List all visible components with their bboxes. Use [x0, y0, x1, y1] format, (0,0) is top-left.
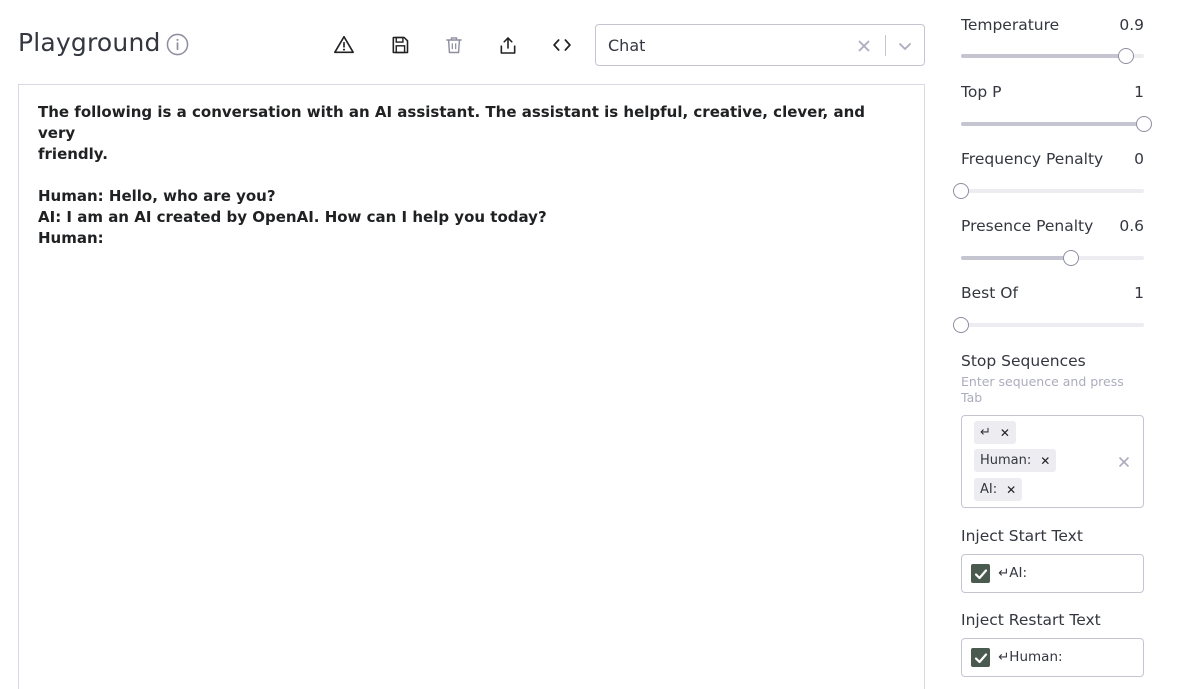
best-of-slider[interactable] [953, 317, 1144, 333]
presence-penalty-slider-fill [961, 256, 1071, 260]
inject-start-checkbox[interactable] [971, 564, 990, 583]
preset-select-value: Chat [608, 36, 646, 55]
best-of-label: Best Of [961, 284, 1018, 302]
temperature-label: Temperature [961, 16, 1060, 34]
remove-chip-icon[interactable]: ✕ [1040, 454, 1050, 468]
top-p-slider-thumb[interactable] [1136, 116, 1152, 132]
inject-restart-label: Inject Restart Text [961, 611, 1101, 629]
warning-button[interactable] [332, 33, 356, 57]
frequency-penalty-label: Frequency Penalty [961, 150, 1104, 168]
chevron-down-icon[interactable] [895, 36, 915, 56]
presence-penalty-slider[interactable] [961, 250, 1144, 266]
stop-sequence-chip: Human: ✕ [974, 449, 1057, 472]
temperature-slider[interactable] [961, 48, 1144, 64]
inject-start-field[interactable]: ↵AI: [961, 554, 1144, 593]
stop-sequences-label: Stop Sequences [961, 352, 1086, 370]
inject-start-label: Inject Start Text [961, 527, 1083, 545]
stop-sequences-hint: Enter sequence and press Tab [961, 374, 1124, 405]
stop-sequence-chip-label: Human: [980, 453, 1032, 468]
editor-line: Human: Hello, who are you? [38, 187, 276, 205]
inject-restart-field[interactable]: ↵Human: [961, 638, 1144, 677]
clear-icon[interactable] [854, 36, 874, 56]
best-of-slider-thumb[interactable] [953, 317, 969, 333]
stop-sequences-input[interactable]: ↵ ✕ Human: ✕ AI: ✕ [961, 415, 1144, 508]
page-title: Playground [18, 28, 161, 57]
preset-select[interactable]: Chat [595, 24, 925, 66]
stop-sequence-chip: ↵ ✕ [974, 421, 1016, 444]
top-p-label: Top P [961, 83, 1002, 101]
stop-sequence-chip-label: ↵ [980, 425, 991, 440]
view-code-button[interactable] [550, 33, 574, 57]
presence-penalty-value[interactable]: 0.6 [1119, 217, 1144, 235]
top-p-slider-fill [961, 122, 1144, 126]
editor-line: The following is a conversation with an … [38, 103, 871, 142]
inject-restart-checkbox[interactable] [971, 648, 990, 667]
editor-line: AI: I am an AI created by OpenAI. How ca… [38, 208, 547, 226]
frequency-penalty-slider-thumb[interactable] [953, 183, 969, 199]
editor-line: Human: [38, 229, 104, 247]
prompt-editor[interactable]: The following is a conversation with an … [18, 84, 925, 689]
checkmark-icon [974, 652, 987, 663]
frequency-penalty-value[interactable]: 0 [1134, 150, 1144, 168]
frequency-penalty-slider[interactable] [953, 183, 1144, 199]
info-icon[interactable] [166, 33, 189, 56]
presence-penalty-label: Presence Penalty [961, 217, 1094, 235]
trash-icon [446, 37, 462, 54]
remove-chip-icon[interactable]: ✕ [1006, 483, 1016, 497]
inject-restart-value[interactable]: ↵Human: [998, 649, 1063, 665]
top-p-slider[interactable] [961, 116, 1152, 132]
temperature-slider-fill [961, 54, 1126, 58]
clear-icon[interactable] [1115, 453, 1133, 471]
editor-line: friendly. [38, 145, 108, 163]
code-icon [553, 39, 571, 51]
temperature-slider-thumb[interactable] [1117, 48, 1134, 64]
top-p-value[interactable]: 1 [1134, 83, 1144, 101]
remove-chip-icon[interactable]: ✕ [1000, 426, 1010, 440]
save-icon [392, 36, 409, 54]
presence-penalty-slider-thumb[interactable] [1062, 250, 1079, 266]
temperature-value[interactable]: 0.9 [1119, 16, 1144, 34]
share-button[interactable] [496, 33, 520, 57]
select-divider [885, 35, 886, 56]
share-icon [500, 36, 516, 54]
save-button[interactable] [388, 33, 412, 57]
best-of-value[interactable]: 1 [1134, 284, 1144, 302]
delete-button[interactable] [442, 33, 466, 57]
warning-icon [334, 35, 354, 54]
stop-sequence-chip: AI: ✕ [974, 478, 1023, 501]
stop-sequence-chip-label: AI: [980, 482, 998, 497]
inject-start-value[interactable]: ↵AI: [998, 565, 1027, 581]
checkmark-icon [974, 568, 987, 579]
